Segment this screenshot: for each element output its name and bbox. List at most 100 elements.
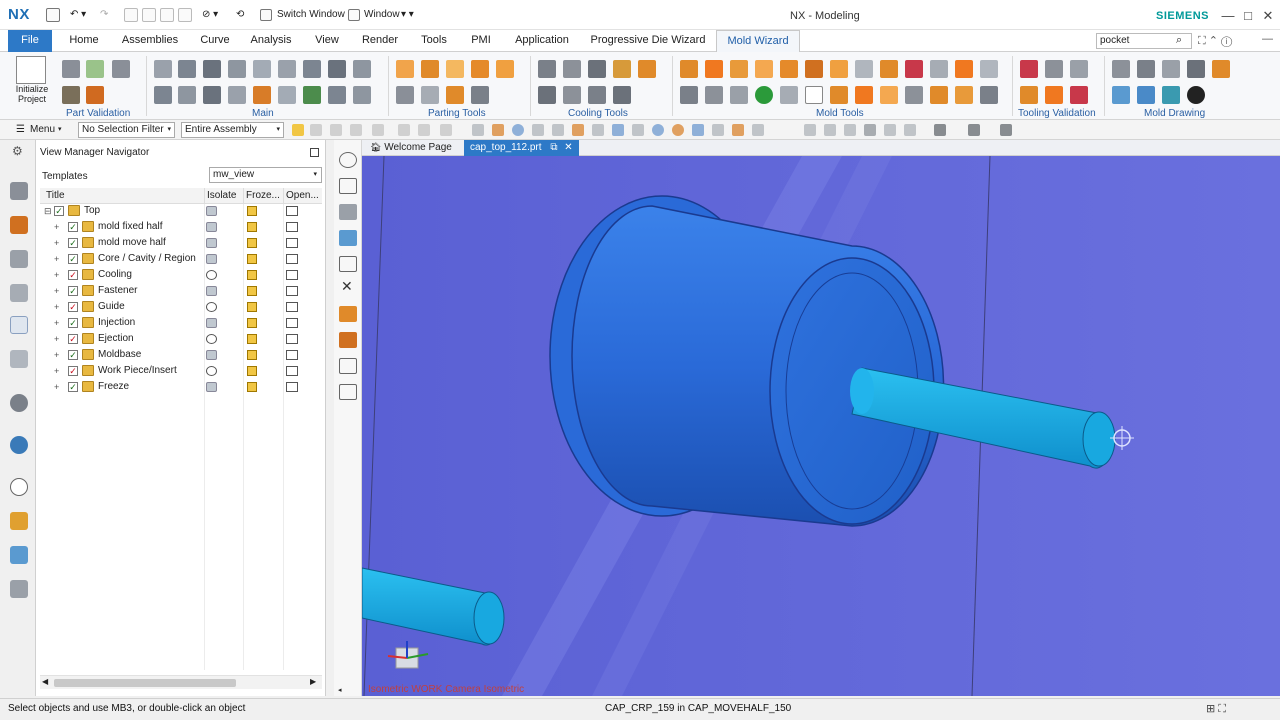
- view-tool-icon[interactable]: [804, 124, 816, 136]
- checkbox[interactable]: ✓: [68, 270, 78, 280]
- mold-drawing-icon[interactable]: [1112, 60, 1130, 78]
- part-validation-icon[interactable]: [62, 60, 80, 78]
- parting-tool-icon[interactable]: [471, 60, 489, 78]
- switch-window-button[interactable]: Switch Window: [277, 9, 345, 20]
- view-tool-icon[interactable]: [934, 124, 946, 136]
- scroll-left-icon[interactable]: ◀: [42, 677, 48, 686]
- column-header-isolate[interactable]: Isolate: [207, 190, 236, 201]
- window-menu-chevron-icon[interactable]: ▾ ▾: [401, 9, 414, 20]
- snap-icon[interactable]: [592, 124, 604, 136]
- snap-icon[interactable]: [692, 124, 704, 136]
- assembly-navigator-icon[interactable]: [10, 216, 28, 234]
- mold-tool-icon[interactable]: [880, 86, 898, 104]
- tree-row[interactable]: + ✓ Injection: [40, 315, 322, 331]
- shaded-icon[interactable]: [339, 204, 357, 220]
- initialize-project-button[interactable]: Initialize Project: [10, 84, 54, 104]
- horizontal-scrollbar[interactable]: ◀ ▶: [40, 675, 322, 689]
- paste-icon[interactable]: [160, 8, 174, 22]
- tree-row[interactable]: + ✓ Guide: [40, 299, 322, 315]
- eye-icon[interactable]: [206, 270, 217, 280]
- view-manager-icon[interactable]: [10, 316, 28, 334]
- tab-assemblies[interactable]: Assemblies: [118, 30, 182, 52]
- cooling-tool-icon[interactable]: [588, 60, 606, 78]
- open-folder-icon[interactable]: [286, 270, 298, 280]
- menu-chevron-icon[interactable]: ▾: [58, 125, 62, 133]
- component-icon[interactable]: [339, 306, 357, 322]
- isolate-icon[interactable]: [206, 318, 217, 328]
- tree-row-top[interactable]: ⊟ ✓ Top: [40, 203, 322, 219]
- selection-scope-select[interactable]: Entire Assembly ▾: [181, 122, 284, 138]
- freeze-lock-icon[interactable]: [247, 254, 257, 264]
- parting-tool-icon[interactable]: [421, 86, 439, 104]
- snap-icon[interactable]: [418, 124, 430, 136]
- tree-row[interactable]: + ✓ mold fixed half: [40, 219, 322, 235]
- expand-icon[interactable]: +: [54, 302, 62, 312]
- initialize-project-icon[interactable]: [16, 56, 46, 84]
- cooling-tool-icon[interactable]: [563, 86, 581, 104]
- ribbon-options-icon[interactable]: ⛶ ⌃ ⓘ: [1198, 34, 1232, 48]
- main-tool-icon[interactable]: [303, 60, 321, 78]
- snap-icon[interactable]: [350, 124, 362, 136]
- tooling-validation-icon[interactable]: [1020, 60, 1038, 78]
- tab-analysis[interactable]: Analysis: [248, 30, 294, 52]
- part-validation-icon[interactable]: [86, 60, 104, 78]
- status-icons[interactable]: ⊞ ⛶: [1206, 702, 1226, 716]
- snap-icon[interactable]: [292, 124, 304, 136]
- window-menu-button[interactable]: Window: [364, 9, 400, 20]
- graphics-viewport[interactable]: Isometric WORK Camera Isometric: [362, 156, 1280, 696]
- component-icon[interactable]: [339, 332, 357, 348]
- scrollbar-thumb[interactable]: [54, 679, 236, 687]
- open-folder-icon[interactable]: [286, 382, 298, 392]
- main-tool-icon[interactable]: [328, 86, 346, 104]
- mold-tool-icon[interactable]: [955, 60, 973, 78]
- mold-drawing-icon[interactable]: [1137, 60, 1155, 78]
- view-tool-icon[interactable]: [844, 124, 856, 136]
- mold-drawing-icon[interactable]: [1162, 60, 1180, 78]
- expand-icon[interactable]: +: [54, 350, 62, 360]
- maximize-panel-icon[interactable]: [310, 148, 319, 157]
- open-folder-icon[interactable]: [286, 350, 298, 360]
- expand-icon[interactable]: +: [54, 254, 62, 264]
- repeat-command-icon[interactable]: ⟲: [236, 9, 244, 20]
- mold-drawing-icon[interactable]: [1187, 86, 1205, 104]
- view-tool-icon[interactable]: [968, 124, 980, 136]
- freeze-lock-icon[interactable]: [247, 238, 257, 248]
- freeze-lock-icon[interactable]: [247, 382, 257, 392]
- view-tool-icon[interactable]: [864, 124, 876, 136]
- mold-drawing-icon[interactable]: [1212, 60, 1230, 78]
- main-tool-icon[interactable]: [154, 60, 172, 78]
- tree-row[interactable]: + ✓ Ejection: [40, 331, 322, 347]
- web-browser-icon[interactable]: [10, 436, 28, 454]
- mold-tool-icon[interactable]: [680, 86, 698, 104]
- open-folder-icon[interactable]: [286, 206, 298, 216]
- open-folder-icon[interactable]: [286, 238, 298, 248]
- tree-row[interactable]: + ✓ Core / Cavity / Region: [40, 251, 322, 267]
- menu-button[interactable]: Menu: [30, 124, 55, 135]
- main-tool-icon[interactable]: [353, 60, 371, 78]
- minimize-icon[interactable]: —: [1220, 8, 1236, 23]
- snap-icon[interactable]: [372, 124, 384, 136]
- mold-tool-icon[interactable]: [680, 60, 698, 78]
- tab-progressive-die-wizard[interactable]: Progressive Die Wizard: [588, 30, 708, 52]
- part-navigator-icon[interactable]: [10, 182, 28, 200]
- mold-tool-icon[interactable]: [880, 60, 898, 78]
- freeze-lock-icon[interactable]: [247, 318, 257, 328]
- view-tool-icon[interactable]: [904, 124, 916, 136]
- checkbox[interactable]: ✓: [68, 254, 78, 264]
- eye-icon[interactable]: [206, 334, 217, 344]
- open-folder-icon[interactable]: [286, 302, 298, 312]
- checkbox[interactable]: ✓: [68, 302, 78, 312]
- search-icon[interactable]: ⌕: [1176, 34, 1182, 47]
- snap-icon[interactable]: [398, 124, 410, 136]
- main-tool-icon[interactable]: [328, 60, 346, 78]
- open-folder-icon[interactable]: [286, 222, 298, 232]
- cooling-tool-icon[interactable]: [538, 60, 556, 78]
- checkbox[interactable]: ✓: [68, 238, 78, 248]
- tree-row[interactable]: + ✓ Cooling: [40, 267, 322, 283]
- snap-icon[interactable]: [492, 124, 504, 136]
- main-tool-icon[interactable]: [278, 60, 296, 78]
- open-folder-icon[interactable]: [286, 254, 298, 264]
- reuse-library-icon[interactable]: [10, 284, 28, 302]
- snap-icon[interactable]: [732, 124, 744, 136]
- tree-row[interactable]: + ✓ Fastener: [40, 283, 322, 299]
